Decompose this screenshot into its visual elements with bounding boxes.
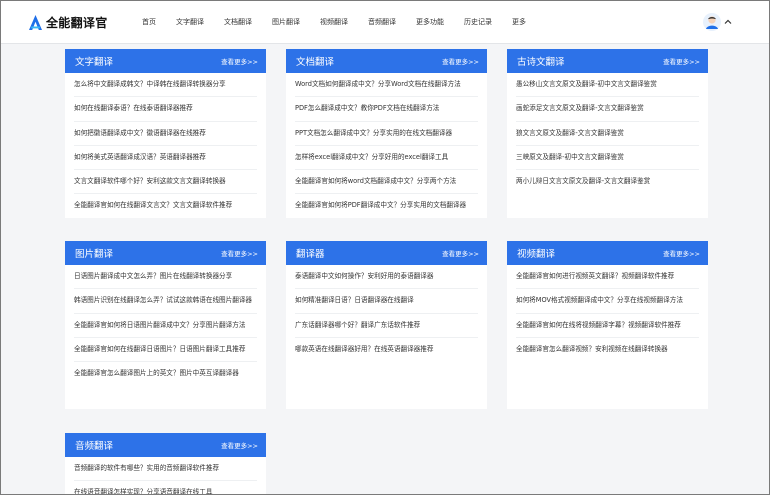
- list-item[interactable]: 怎样将excel翻译成中文？分享好用的excel翻译工具: [295, 146, 478, 171]
- card-text-translation: 文字翻译 查看更多>> 怎么将中文翻译成韩文？中译韩在线翻译转换器分享 如何在线…: [65, 49, 266, 218]
- list-item[interactable]: 全能翻译官如何将word文档翻译成中文？分享两个方法: [295, 170, 478, 195]
- article-list: 怎么将中文翻译成韩文？中译韩在线翻译转换器分享 如何在线翻译泰语？在线泰语翻译器…: [65, 73, 266, 218]
- list-item[interactable]: 如何在线翻译泰语？在线泰语翻译器推荐: [74, 97, 257, 122]
- list-item[interactable]: 在线语音翻译怎样实现？分享语音翻译在线工具: [74, 481, 257, 494]
- nav-item-more[interactable]: 更多: [512, 17, 526, 27]
- article-list: 日语图片翻译成中文怎么弄？图片在线翻译转换器分享 韩语图片识别在线翻译怎么弄？试…: [65, 265, 266, 386]
- view-more-link[interactable]: 查看更多>>: [221, 56, 258, 66]
- list-item[interactable]: Word文档如何翻译成中文？分享Word文档在线翻译方法: [295, 73, 478, 98]
- nav-item-image-translation[interactable]: 图片翻译: [272, 17, 300, 27]
- user-menu[interactable]: [703, 13, 733, 31]
- list-item[interactable]: 如何将美式英语翻译成汉语？英语翻译器推荐: [74, 146, 257, 171]
- card-title: 音频翻译: [75, 441, 114, 452]
- list-item[interactable]: 日语图片翻译成中文怎么弄？图片在线翻译转换器分享: [74, 265, 257, 290]
- list-item[interactable]: 两小儿辩日文言文原文及翻译-文言文翻译鉴赏: [516, 170, 699, 194]
- card-title: 文字翻译: [75, 57, 114, 68]
- card-header: 古诗文翻译 查看更多>>: [507, 49, 708, 73]
- chevron-up-icon[interactable]: [723, 17, 733, 27]
- card-audio-translation: 音频翻译 查看更多>> 音频翻译的软件有哪些？实用的音频翻译软件推荐 在线语音翻…: [65, 433, 266, 494]
- card-image-translation: 图片翻译 查看更多>> 日语图片翻译成中文怎么弄？图片在线翻译转换器分享 韩语图…: [65, 241, 266, 409]
- list-item[interactable]: 如何将MOV格式视频翻译成中文？分享在线视频翻译方法: [516, 289, 699, 314]
- article-list: 音频翻译的软件有哪些？实用的音频翻译软件推荐 在线语音翻译怎样实现？分享语音翻译…: [65, 457, 266, 494]
- logo[interactable]: 全能翻译官: [29, 14, 139, 31]
- card-title: 文档翻译: [296, 57, 335, 68]
- logo-a-icon: [29, 14, 42, 30]
- view-more-link[interactable]: 查看更多>>: [442, 248, 479, 258]
- list-item[interactable]: 全能翻译官如何将日语图片翻译成中文？分享图片翻译方法: [74, 314, 257, 338]
- top-navigation-bar: 全能翻译官 首页 文字翻译 文档翻译 图片翻译 视频翻译 音频翻译 更多功能 历…: [1, 1, 769, 44]
- list-item[interactable]: 文言文翻译软件哪个好？安利这款文言文翻译转换器: [74, 170, 257, 195]
- card-header: 视频翻译 查看更多>>: [507, 241, 708, 265]
- nav-item-document-translation[interactable]: 文档翻译: [224, 17, 252, 27]
- card-header: 翻译器 查看更多>>: [286, 241, 487, 265]
- list-item[interactable]: 全能翻译官如何在线翻译日语图片？日语图片翻译工具推荐: [74, 338, 257, 363]
- card-title: 图片翻译: [75, 249, 114, 260]
- article-list: 全能翻译官如何进行视频英文翻译？视频翻译软件推荐 如何将MOV格式视频翻译成中文…: [507, 265, 708, 362]
- list-item[interactable]: 如何把徽语翻译成中文？徽语翻译器在线推荐: [74, 122, 257, 146]
- card-document-translation: 文档翻译 查看更多>> Word文档如何翻译成中文？分享Word文档在线翻译方法…: [286, 49, 487, 218]
- view-more-link[interactable]: 查看更多>>: [221, 440, 258, 450]
- card-header: 文档翻译 查看更多>>: [286, 49, 487, 73]
- list-item[interactable]: 三峡原文及翻译-初中文言文翻译鉴赏: [516, 146, 699, 171]
- list-item[interactable]: 如何精准翻译日语？日语翻译器在线翻译: [295, 289, 478, 314]
- article-list: 愚公移山文言文原文及翻译-初中文言文翻译鉴赏 画蛇添足文言文原文及翻译-文言文翻…: [507, 73, 708, 194]
- list-item[interactable]: 狼文言文原文及翻译-文言文翻译鉴赏: [516, 122, 699, 146]
- list-item[interactable]: 全能翻译官如何在线将视频翻译字幕？视频翻译软件推荐: [516, 314, 699, 338]
- list-item[interactable]: 全能翻译官怎么翻译图片上的英文？图片中英互译翻译器: [74, 362, 257, 386]
- card-header: 图片翻译 查看更多>>: [65, 241, 266, 265]
- list-item[interactable]: 哪款英语在线翻译器好用？在线英语翻译器推荐: [295, 338, 478, 362]
- nav-item-text-translation[interactable]: 文字翻译: [176, 17, 204, 27]
- list-item[interactable]: 怎么将中文翻译成韩文？中译韩在线翻译转换器分享: [74, 73, 257, 98]
- card-translator: 翻译器 查看更多>> 泰语翻译中文如何操作？安利好用的泰语翻译器 如何精准翻译日…: [286, 241, 487, 409]
- list-item[interactable]: 画蛇添足文言文原文及翻译-文言文翻译鉴赏: [516, 97, 699, 122]
- view-more-link[interactable]: 查看更多>>: [221, 248, 258, 258]
- view-more-link[interactable]: 查看更多>>: [663, 248, 700, 258]
- list-item[interactable]: 韩语图片识别在线翻译怎么弄？试试这款韩语在线图片翻译器: [74, 289, 257, 314]
- list-item[interactable]: 泰语翻译中文如何操作？安利好用的泰语翻译器: [295, 265, 478, 290]
- user-avatar-icon[interactable]: [703, 13, 721, 31]
- list-item[interactable]: 全能翻译官如何进行视频英文翻译？视频翻译软件推荐: [516, 265, 699, 290]
- card-title: 视频翻译: [517, 249, 556, 260]
- list-item[interactable]: 广东话翻译器哪个好？翻译广东话软件推荐: [295, 314, 478, 338]
- card-classical-poetry-translation: 古诗文翻译 查看更多>> 愚公移山文言文原文及翻译-初中文言文翻译鉴赏 画蛇添足…: [507, 49, 708, 218]
- article-list: 泰语翻译中文如何操作？安利好用的泰语翻译器 如何精准翻译日语？日语翻译器在线翻译…: [286, 265, 487, 362]
- article-list: Word文档如何翻译成中文？分享Word文档在线翻译方法 PDF怎么翻译成中文？…: [286, 73, 487, 218]
- list-item[interactable]: 全能翻译官如何将PDF翻译成中文？分享实用的文档翻译器: [295, 194, 478, 218]
- list-item[interactable]: 全能翻译官如何在线翻译文言文？文言文翻译软件推荐: [74, 194, 257, 218]
- list-item[interactable]: 愚公移山文言文原文及翻译-初中文言文翻译鉴赏: [516, 73, 699, 98]
- list-item[interactable]: 全能翻译官怎么翻译视频？安利视频在线翻译转换器: [516, 338, 699, 362]
- card-header: 音频翻译 查看更多>>: [65, 433, 266, 457]
- card-title: 古诗文翻译: [517, 57, 565, 68]
- nav-item-more-features[interactable]: 更多功能: [416, 17, 444, 27]
- list-item[interactable]: 音频翻译的软件有哪些？实用的音频翻译软件推荐: [74, 457, 257, 482]
- list-item[interactable]: PDF怎么翻译成中文？教你PDF文档在线翻译方法: [295, 97, 478, 122]
- logo-text: 全能翻译官: [46, 15, 108, 30]
- view-more-link[interactable]: 查看更多>>: [663, 56, 700, 66]
- nav-item-home[interactable]: 首页: [142, 17, 156, 27]
- nav-item-audio-translation[interactable]: 音频翻译: [368, 17, 396, 27]
- view-more-link[interactable]: 查看更多>>: [442, 56, 479, 66]
- list-item[interactable]: PPT文档怎么翻译成中文？分享实用的在线文档翻译器: [295, 122, 478, 146]
- card-header: 文字翻译 查看更多>>: [65, 49, 266, 73]
- card-video-translation: 视频翻译 查看更多>> 全能翻译官如何进行视频英文翻译？视频翻译软件推荐 如何将…: [507, 241, 708, 409]
- nav-item-video-translation[interactable]: 视频翻译: [320, 17, 348, 27]
- nav-item-history[interactable]: 历史记录: [464, 17, 492, 27]
- main-nav: 首页 文字翻译 文档翻译 图片翻译 视频翻译 音频翻译 更多功能 历史记录 更多: [142, 17, 546, 27]
- card-title: 翻译器: [296, 249, 325, 260]
